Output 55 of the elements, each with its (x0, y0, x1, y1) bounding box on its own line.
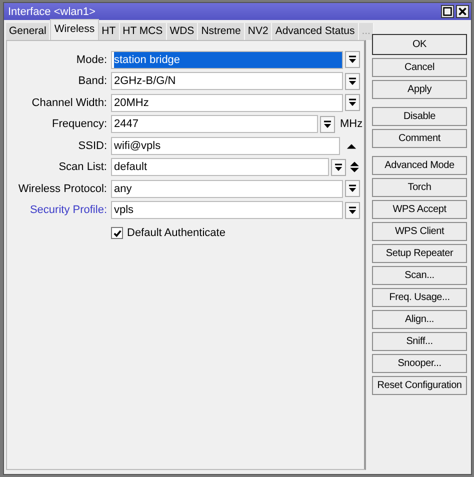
dropdown-icon[interactable] (320, 116, 335, 133)
dropdown-icon[interactable] (331, 158, 346, 176)
field-label: Mode: (75, 54, 108, 66)
tab[interactable]: Nstreme (198, 23, 245, 40)
dialog-button[interactable]: OK (372, 34, 467, 55)
tab[interactable]: NV2 (244, 23, 272, 40)
dialog-button[interactable]: Align... (372, 310, 467, 329)
dropdown-icon[interactable] (345, 72, 360, 90)
tab[interactable]: WDS (166, 23, 198, 40)
input-field[interactable]: vpls (111, 201, 343, 220)
field-label: Channel Width: (30, 96, 108, 109)
field-label: Wireless Protocol: (17, 182, 108, 195)
dialog-button[interactable]: Torch (372, 178, 467, 197)
dialog-button[interactable]: Setup Repeater (372, 244, 467, 263)
dropdown-icon[interactable] (345, 180, 360, 198)
maximize-icon[interactable] (441, 5, 454, 18)
field-label: Scan List: (58, 161, 108, 174)
checkbox[interactable] (111, 227, 123, 239)
input-field[interactable]: station bridge (111, 50, 343, 69)
dialog-button[interactable]: Disable (372, 107, 467, 126)
dialog-button[interactable]: Comment (372, 129, 467, 148)
tab[interactable]: Advanced Status (272, 23, 359, 40)
checkbox-label: Default Authenticate (127, 227, 226, 239)
field-label: Frequency: (50, 118, 108, 130)
dialog-button[interactable]: Sniff... (372, 332, 467, 351)
dialog-button[interactable]: WPS Client (372, 222, 467, 241)
window-title: Interface <wlan1> (8, 6, 96, 18)
unit-label: MHz (340, 118, 360, 130)
dialog-button[interactable]: Apply (372, 80, 467, 99)
close-icon[interactable] (456, 5, 469, 18)
up-down-arrows-icon[interactable] (349, 160, 360, 174)
dialog-button[interactable]: Advanced Mode (372, 156, 467, 175)
dialog-button[interactable]: Reset Configuration (372, 376, 467, 395)
field-label-link[interactable]: Security Profile: (7, 204, 111, 216)
dropdown-icon[interactable] (345, 94, 360, 112)
collapse-arrow-icon[interactable] (346, 142, 357, 150)
input-field[interactable]: 2447 (111, 115, 318, 134)
dialog-button[interactable]: Scan... (372, 266, 467, 285)
input-field[interactable]: any (111, 180, 343, 198)
dropdown-icon[interactable] (345, 202, 360, 219)
tab[interactable]: General (6, 23, 50, 40)
tab[interactable]: HT (98, 23, 120, 40)
dropdown-icon[interactable] (345, 51, 360, 68)
dialog-button[interactable]: Freq. Usage... (372, 288, 467, 307)
tab[interactable]: Wireless (50, 19, 99, 40)
dialog-button[interactable]: Snooper... (372, 354, 467, 373)
input-field[interactable]: 20MHz (111, 94, 343, 112)
field-label: SSID: (77, 140, 108, 152)
tab[interactable]: HT MCS (120, 23, 167, 40)
field-label: Band: (77, 75, 108, 88)
dialog-button[interactable]: WPS Accept (372, 200, 467, 219)
input-field[interactable]: wifi@vpls (111, 136, 340, 155)
input-field[interactable]: 2GHz-B/G/N (111, 72, 343, 90)
input-field[interactable]: default (111, 158, 329, 176)
dialog-button[interactable]: Cancel (372, 58, 467, 77)
